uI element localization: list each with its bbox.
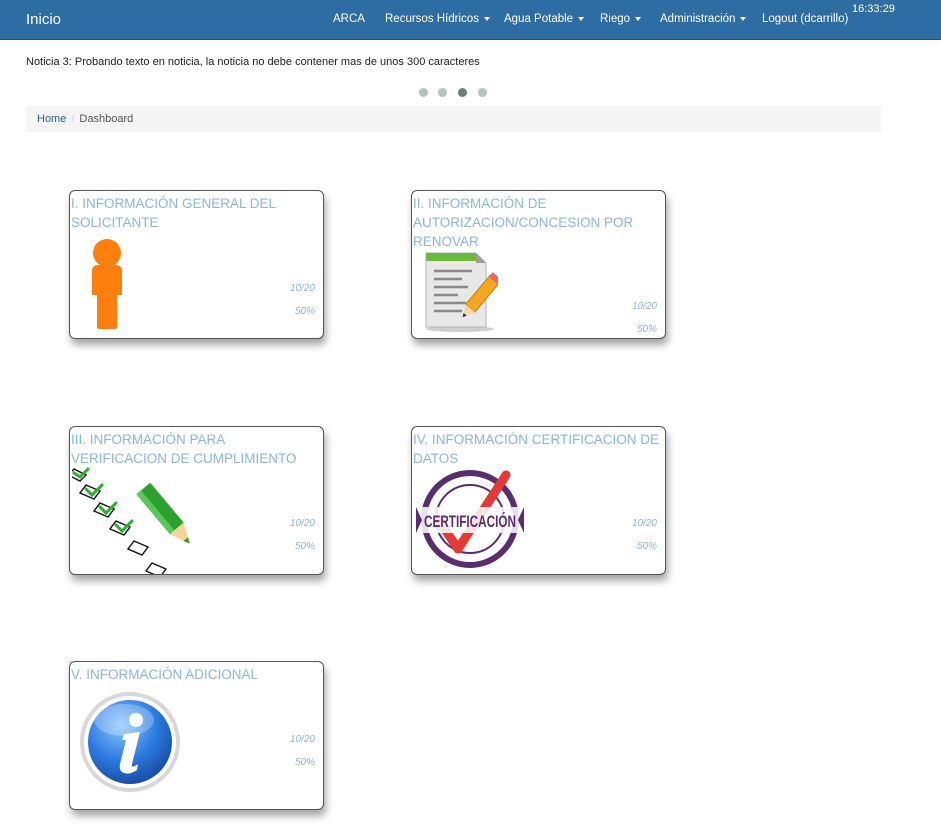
card-count: 10/20 — [289, 283, 315, 294]
card-title: II. INFORMACIÓN DE AUTORIZACION/CONCESIO… — [413, 196, 634, 249]
card-informacion-certificacion[interactable]: IV. INFORMACIÓN CERTIFICACION DE DATOS C… — [411, 426, 666, 575]
card-count: 10/20 — [289, 518, 315, 529]
card-title: I. INFORMACIÓN GENERAL DEL SOLICITANTE — [71, 196, 276, 230]
card-percent: 50% — [294, 306, 315, 317]
certification-seal-text: CERTIFICACIÓN — [424, 512, 516, 531]
card-informacion-adicional[interactable]: V. INFORMACIÓN ADICIONAL 10/20 50% — [69, 661, 324, 810]
card-count: 10/20 — [631, 518, 657, 529]
caret-down-icon — [740, 16, 747, 21]
nav-item-agua-potable[interactable]: Agua Potable — [504, 13, 585, 25]
card-percent: 50% — [636, 541, 657, 552]
card-percent: 50% — [636, 324, 657, 335]
card-count: 10/20 — [289, 734, 315, 745]
checklist-icon — [72, 467, 190, 574]
breadcrumb-home-link[interactable]: Home — [37, 113, 66, 125]
card-title: V. INFORMACIÓN ADICIONAL — [71, 667, 259, 682]
caret-down-icon — [483, 16, 490, 21]
clock: 16:33:29 — [852, 3, 895, 15]
top-navbar: Inicio ARCA Recursos Hídricos Agua Potab… — [0, 0, 941, 40]
carousel-dot[interactable] — [478, 88, 487, 97]
document-edit-icon — [425, 252, 498, 332]
card-percent: 50% — [294, 757, 315, 768]
news-ticker-text: Noticia 3: Probando texto en noticia, la… — [26, 56, 480, 68]
carousel-dot-active[interactable] — [458, 88, 467, 97]
nav-item-arca[interactable]: ARCA — [333, 13, 365, 25]
breadcrumb-separator: / — [71, 113, 75, 125]
card-informacion-general[interactable]: I. INFORMACIÓN GENERAL DEL SOLICITANTE 1… — [69, 190, 324, 339]
card-percent: 50% — [294, 541, 315, 552]
caret-down-icon — [578, 16, 585, 21]
caret-down-icon — [635, 16, 642, 21]
nav-item-riego[interactable]: Riego — [600, 13, 642, 25]
card-title: III. INFORMACIÓN PARA VERIFICACION DE CU… — [71, 432, 297, 466]
card-count: 10/20 — [631, 301, 657, 312]
card-informacion-autorizacion[interactable]: II. INFORMACIÓN DE AUTORIZACION/CONCESIO… — [411, 190, 666, 339]
breadcrumb-current: Dashboard — [79, 113, 134, 125]
certification-seal-icon: CERTIFICACIÓN — [416, 470, 524, 568]
info-icon — [80, 692, 180, 792]
nav-item-logout[interactable]: Logout (dcarrillo) — [762, 13, 848, 25]
carousel-dot[interactable] — [419, 88, 428, 97]
breadcrumb: Home / Dashboard — [26, 106, 881, 132]
card-title: IV. INFORMACIÓN CERTIFICACION DE DATOS — [413, 432, 660, 466]
carousel-dot[interactable] — [438, 88, 447, 97]
person-icon — [92, 239, 122, 329]
nav-item-administracion[interactable]: Administración — [660, 13, 747, 25]
card-informacion-verificacion[interactable]: III. INFORMACIÓN PARA VERIFICACION DE CU… — [69, 426, 324, 575]
brand-link[interactable]: Inicio — [26, 11, 61, 28]
nav-item-recursos-hidricos[interactable]: Recursos Hídricos — [385, 13, 490, 25]
